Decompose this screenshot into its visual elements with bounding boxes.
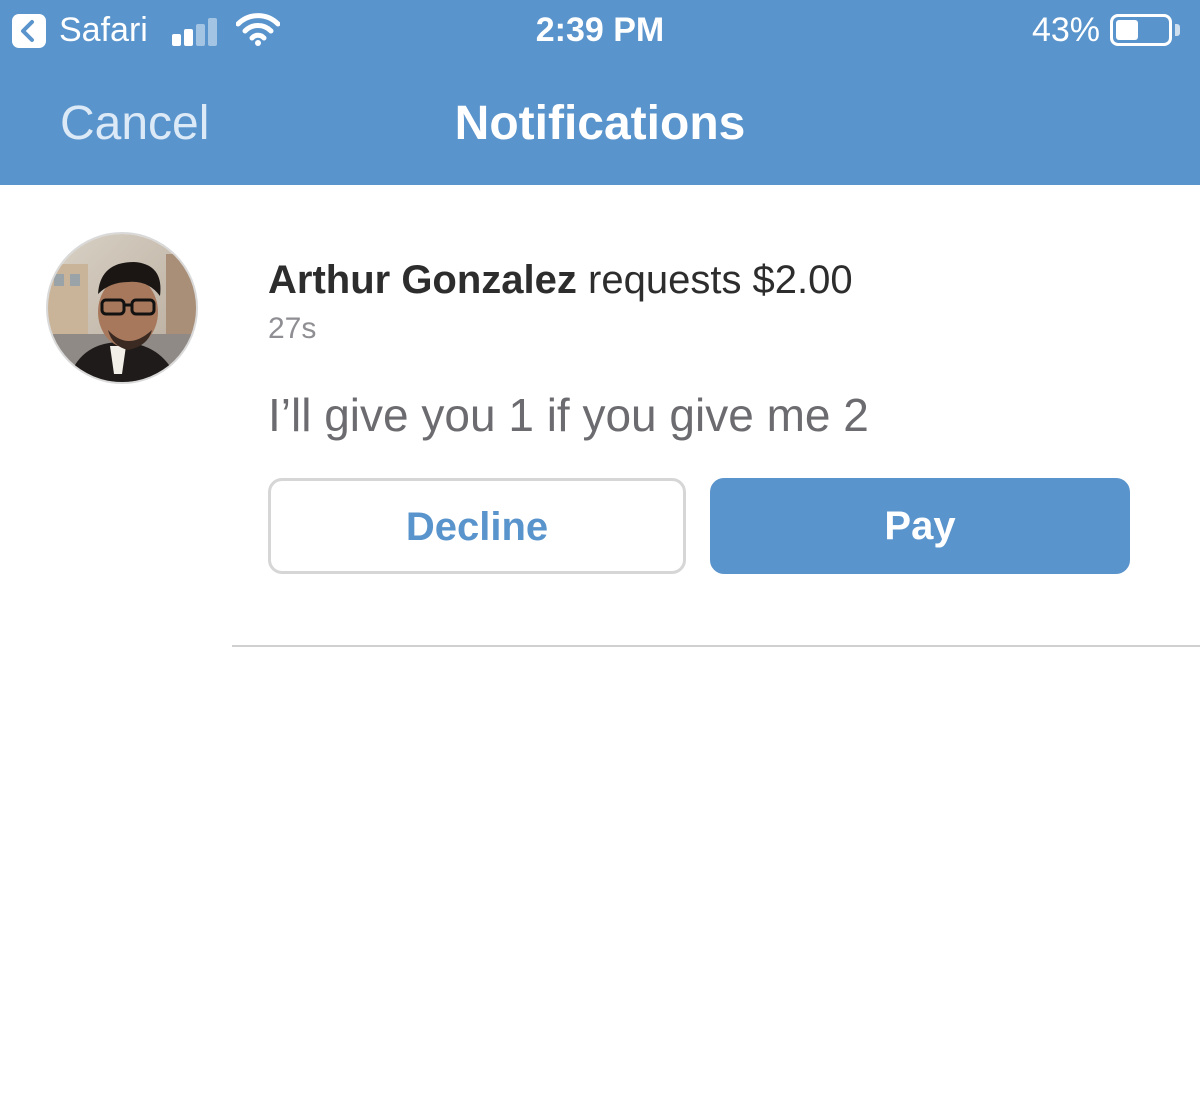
notification-message: I’ll give you 1 if you give me 2: [268, 389, 869, 441]
avatar-photo: [48, 234, 196, 382]
notification-time: 27s: [268, 312, 317, 345]
header: Safari 2:39 PM 43% Cancel Notifications: [0, 0, 1200, 185]
battery-nub: [1175, 24, 1180, 36]
requester-name[interactable]: Arthur Gonzalez: [268, 258, 577, 302]
pay-button[interactable]: Pay: [710, 478, 1130, 574]
battery-level-fill: [1116, 20, 1138, 40]
divider: [232, 645, 1200, 647]
battery-percent: 43%: [1031, 11, 1100, 49]
battery-icon: [1110, 14, 1172, 46]
page-title: Notifications: [454, 97, 746, 150]
status-bar: Safari 2:39 PM 43%: [0, 0, 1200, 62]
notification-headline: Arthur Gonzalez requests $2.00: [268, 256, 853, 304]
status-time: 2:39 PM: [535, 11, 665, 49]
avatar[interactable]: [46, 232, 198, 384]
request-action-text: requests $2.00: [576, 258, 853, 302]
decline-button[interactable]: Decline: [268, 478, 686, 574]
